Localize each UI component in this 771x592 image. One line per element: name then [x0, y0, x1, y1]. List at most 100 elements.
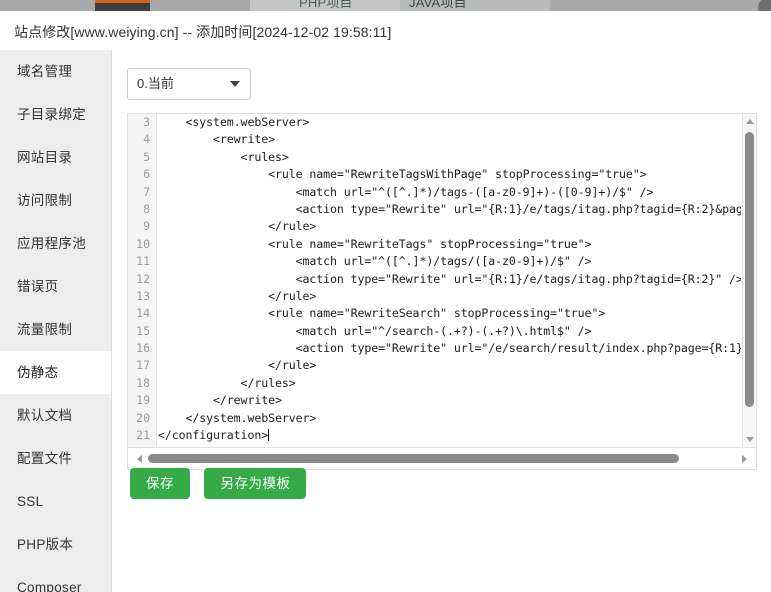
- code-line-text: <match url="^([^.]*)/tags/([a-z0-9]+)/$"…: [158, 254, 592, 269]
- avatar-icon[interactable]: [758, 0, 771, 11]
- sidebar: 域名管理子目录绑定网站目录访问限制应用程序池错误页流量限制伪静态默认文档配置文件…: [0, 50, 112, 592]
- line-number: 21: [136, 428, 150, 443]
- sidebar-item-4[interactable]: 应用程序池: [0, 222, 111, 265]
- sidebar-item-label: 流量限制: [17, 322, 73, 337]
- sidebar-item-7[interactable]: 伪静态: [0, 351, 111, 394]
- sidebar-item-3[interactable]: 访问限制: [0, 179, 111, 222]
- page-root: PHP项目 JAVA项目 站点修改[www.weiying.cn] -- 添加时…: [0, 0, 771, 592]
- browser-tab-java-label: JAVA项目: [409, 0, 467, 10]
- editor-code-area[interactable]: <system.webServer> <rewrite> <rules> <ru…: [158, 114, 741, 447]
- code-line[interactable]: <rewrite>: [158, 131, 741, 148]
- template-select-value: 0.当前: [137, 76, 174, 91]
- save-button[interactable]: 保存: [130, 468, 190, 499]
- code-line[interactable]: </rules>: [158, 375, 741, 392]
- code-line[interactable]: </rule>: [158, 357, 741, 374]
- sidebar-item-11[interactable]: PHP版本: [0, 523, 111, 566]
- code-line[interactable]: <match url="^([^.]*)/tags/([a-z0-9]+)/$"…: [158, 253, 741, 270]
- sidebar-item-label: SSL: [17, 494, 44, 509]
- code-line-text: </rewrite>: [158, 393, 282, 408]
- line-number: 5: [143, 149, 150, 164]
- code-line[interactable]: </rule>: [158, 218, 741, 235]
- sidebar-item-1[interactable]: 子目录绑定: [0, 93, 111, 136]
- line-number: 18: [136, 375, 150, 390]
- code-line[interactable]: <rule name="RewriteTags" stopProcessing=…: [158, 236, 741, 253]
- line-number: 15: [136, 323, 150, 338]
- line-number: 13: [136, 288, 150, 303]
- code-line[interactable]: <action type="Rewrite" url="{R:1}/e/tags…: [158, 201, 741, 218]
- sidebar-item-label: 域名管理: [17, 64, 73, 79]
- code-line-text: <action type="Rewrite" url="/e/search/re…: [295, 341, 741, 356]
- sidebar-item-label: 应用程序池: [17, 236, 86, 251]
- line-number: 8: [143, 201, 150, 216]
- code-line-text: <match url="^([^.]*)/tags-([a-z0-9]+)-([…: [158, 184, 654, 199]
- sidebar-item-5[interactable]: 错误页: [0, 265, 111, 308]
- code-line-text: </rule>: [158, 288, 317, 303]
- code-line-text: <rewrite>: [158, 132, 275, 147]
- sidebar-item-8[interactable]: 默认文档: [0, 394, 111, 437]
- code-line-text: <rule name="RewriteTags" stopProcessing=…: [158, 236, 592, 251]
- scroll-right-icon[interactable]: [742, 455, 747, 463]
- code-line-text: <system.webServer>: [158, 115, 310, 129]
- code-line[interactable]: <action type="Rewrite" url="{R:1}/e/tags…: [158, 271, 741, 288]
- editor-horizontal-scrollbar[interactable]: [127, 448, 757, 470]
- sidebar-item-2[interactable]: 网站目录: [0, 136, 111, 179]
- template-select-wrapper[interactable]: 0.当前: [127, 68, 251, 100]
- code-line[interactable]: <action type="Rewrite" url="/e/search/re…: [158, 340, 741, 357]
- page-header: 站点修改[www.weiying.cn] -- 添加时间[2024-12-02 …: [0, 11, 771, 51]
- sidebar-item-10[interactable]: SSL: [0, 480, 111, 523]
- line-number: 3: [143, 115, 150, 129]
- line-number: 11: [136, 254, 150, 269]
- scroll-down-icon[interactable]: [746, 437, 754, 442]
- code-line-text: <action type="Rewrite" url="{R:1}/e/tags…: [295, 201, 741, 216]
- scroll-up-icon[interactable]: [746, 119, 754, 124]
- code-line[interactable]: <rule name="RewriteSearch" stopProcessin…: [158, 305, 741, 322]
- line-number: 12: [136, 271, 150, 286]
- code-line-text: <match url="^/search-(.+?)-(.+?)\.html$"…: [158, 323, 592, 338]
- code-line[interactable]: </rewrite>: [158, 392, 741, 409]
- line-number: 9: [143, 219, 150, 234]
- editor-line-number-gutter: 3 4 5 6 7 8 9 10 11 12 13 14 15 16 17 18 19 20 21: [128, 114, 157, 447]
- sidebar-item-12[interactable]: Composer: [0, 566, 111, 592]
- code-line[interactable]: </rule>: [158, 288, 741, 305]
- sidebar-item-label: 默认文档: [17, 408, 73, 423]
- code-line[interactable]: <rule name="RewriteTagsWithPage" stopPro…: [158, 166, 741, 183]
- code-line-text: </rule>: [158, 358, 317, 373]
- code-line-text: <action type="Rewrite" url="{R:1}/e/tags…: [158, 271, 741, 286]
- code-line-text: </system.webServer>: [158, 410, 317, 425]
- line-number: 4: [143, 132, 150, 147]
- sidebar-item-label: 配置文件: [17, 451, 73, 466]
- save-as-template-button[interactable]: 另存为模板: [204, 468, 307, 499]
- code-line-text: </rule>: [158, 219, 317, 234]
- browser-tab-strip: PHP项目 JAVA项目: [0, 0, 771, 11]
- code-line[interactable]: <rules>: [158, 149, 741, 166]
- horizontal-scrollbar-thumb[interactable]: [148, 454, 679, 463]
- line-number: 19: [136, 393, 150, 408]
- sidebar-item-label: 错误页: [17, 279, 59, 294]
- vertical-scrollbar-thumb[interactable]: [745, 132, 754, 407]
- page-title: 站点修改[www.weiying.cn] -- 添加时间[2024-12-02 …: [14, 24, 392, 40]
- sidebar-item-label: 子目录绑定: [17, 107, 86, 122]
- scroll-left-icon[interactable]: [137, 455, 142, 463]
- code-line[interactable]: <match url="^([^.]*)/tags-([a-z0-9]+)-([…: [158, 184, 741, 201]
- line-number: 10: [136, 236, 150, 251]
- code-line[interactable]: <system.webServer>: [158, 114, 741, 131]
- code-line[interactable]: </configuration>: [158, 427, 741, 444]
- line-number: 16: [136, 341, 150, 356]
- sidebar-item-9[interactable]: 配置文件: [0, 437, 111, 480]
- action-button-row: 保存 另存为模板: [130, 468, 316, 499]
- sidebar-item-label: 伪静态: [17, 365, 59, 380]
- text-cursor: [268, 429, 270, 442]
- code-line[interactable]: <match url="^/search-(.+?)-(.+?)\.html$"…: [158, 323, 741, 340]
- code-line-text: </rules>: [158, 375, 296, 390]
- sidebar-item-6[interactable]: 流量限制: [0, 308, 111, 351]
- sidebar-item-label: 访问限制: [17, 193, 73, 208]
- horizontal-scrollbar-track[interactable]: [148, 451, 736, 465]
- rewrite-rules-code-editor[interactable]: 3 4 5 6 7 8 9 10 11 12 13 14 15 16 17 18 19 20 21 <system.…: [127, 113, 757, 448]
- template-select[interactable]: 0.当前: [127, 68, 251, 100]
- sidebar-item-0[interactable]: 域名管理: [0, 50, 111, 93]
- tab-active-chrome: [95, 3, 150, 11]
- browser-tab-php-label: PHP项目: [299, 0, 353, 10]
- editor-vertical-scrollbar[interactable]: [742, 114, 756, 447]
- code-line[interactable]: </system.webServer>: [158, 410, 741, 427]
- code-line-text: </configuration>: [158, 428, 269, 443]
